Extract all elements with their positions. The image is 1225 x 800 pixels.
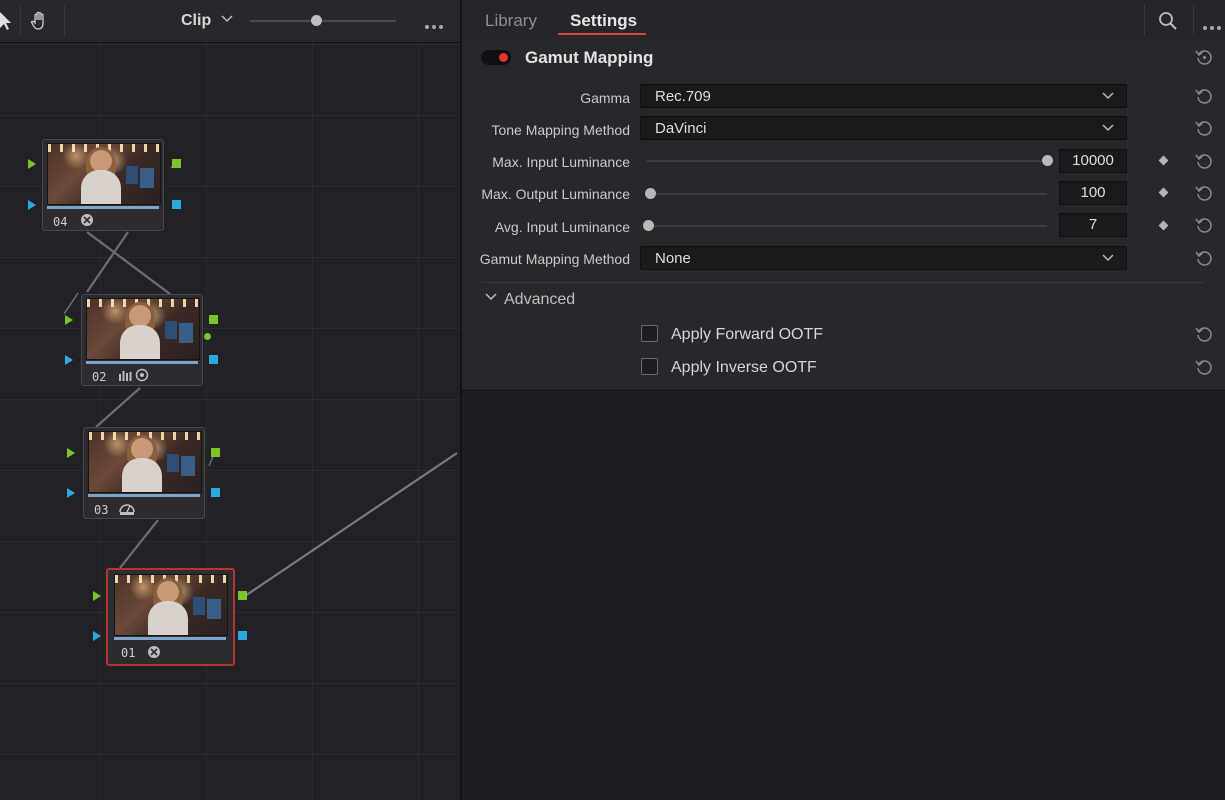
alpha-output-port[interactable]: [172, 200, 181, 209]
apply-inverse-ootf-checkbox[interactable]: [641, 358, 658, 375]
enabled-indicator: [499, 53, 508, 62]
settings-panel: Library Settings Gamut Mapping Gamma Rec…: [462, 0, 1225, 800]
color-managed-icon: [148, 646, 160, 658]
reset-icon[interactable]: [1195, 249, 1213, 267]
node-03[interactable]: 03: [83, 427, 205, 519]
reset-icon[interactable]: [1195, 358, 1213, 376]
tone-mapping-method-value: DaVinci: [655, 120, 707, 137]
alpha-input-port[interactable]: [28, 200, 36, 210]
reset-icon[interactable]: [1195, 325, 1213, 343]
gamut-mapping-section: Gamut Mapping Gamma Rec.709 Tone Mapping…: [462, 38, 1225, 391]
avg-input-luminance-slider[interactable]: [644, 225, 1047, 227]
rgb-input-port[interactable]: [65, 315, 73, 325]
chevron-down-icon: [1102, 254, 1114, 262]
tone-mapping-method-label: Tone Mapping Method: [491, 122, 630, 138]
apply-inverse-ootf-label[interactable]: Apply Inverse OOTF: [671, 359, 817, 377]
gamma-value: Rec.709: [655, 88, 711, 105]
advanced-toggle[interactable]: Advanced: [504, 291, 575, 309]
node-thumbnail: [114, 574, 228, 636]
chevron-down-icon[interactable]: [485, 293, 497, 301]
alpha-output-port[interactable]: [238, 631, 247, 640]
section-title: Gamut Mapping: [525, 48, 654, 67]
gamut-mapping-toggle[interactable]: [481, 50, 511, 65]
node-key-output-port[interactable]: [204, 333, 211, 340]
reset-icon[interactable]: [1195, 152, 1213, 170]
gamma-dropdown[interactable]: Rec.709: [640, 84, 1127, 108]
alpha-input-port[interactable]: [65, 355, 73, 365]
keyframe-icon[interactable]: [1158, 220, 1169, 231]
max-input-luminance-slider[interactable]: [647, 160, 1047, 162]
node-thumbnail: [47, 143, 161, 205]
node-editor[interactable]: Clip 04 02 03 01: [0, 0, 460, 800]
tab-settings[interactable]: Settings: [570, 11, 637, 31]
more-options-icon[interactable]: [1203, 17, 1224, 35]
max-input-luminance-input[interactable]: 10000: [1059, 149, 1127, 173]
node-thumbnail: [86, 298, 200, 360]
node-links: [63, 161, 458, 597]
tone-mapping-method-dropdown[interactable]: DaVinci: [640, 116, 1127, 140]
toolbar-separator: [1144, 4, 1145, 36]
node-number: 01: [121, 646, 136, 660]
node-progress-bar: [114, 637, 226, 640]
reset-icon[interactable]: [1195, 87, 1213, 105]
gamut-mapping-method-label: Gamut Mapping Method: [479, 251, 630, 267]
gamma-label: Gamma: [580, 90, 630, 106]
chevron-down-icon: [1102, 92, 1114, 100]
search-icon[interactable]: [1158, 11, 1178, 31]
apply-forward-ootf-checkbox[interactable]: [641, 325, 658, 342]
avg-input-luminance-slider-handle[interactable]: [643, 220, 654, 231]
apply-forward-ootf-label[interactable]: Apply Forward OOTF: [671, 326, 823, 344]
node-number: 02: [92, 370, 107, 384]
reset-all-icon[interactable]: [1195, 48, 1213, 66]
rgb-output-port[interactable]: [238, 591, 247, 600]
node-01[interactable]: 01: [106, 568, 235, 666]
node-04[interactable]: 04: [42, 139, 164, 231]
color-managed-icon: [81, 214, 93, 226]
hdr-icon: [119, 504, 135, 515]
node-number: 04: [53, 215, 68, 229]
max-output-luminance-label: Max. Output Luminance: [481, 186, 630, 202]
gamut-mapping-method-dropdown[interactable]: None: [640, 246, 1127, 270]
alpha-output-port[interactable]: [209, 355, 218, 364]
avg-input-luminance-input[interactable]: 7: [1059, 213, 1127, 237]
rgb-input-port[interactable]: [67, 448, 75, 458]
alpha-output-port[interactable]: [211, 488, 220, 497]
node-number: 03: [94, 503, 109, 517]
rgb-input-port[interactable]: [28, 159, 36, 169]
keyframe-icon[interactable]: [1158, 155, 1169, 166]
rgb-output-port[interactable]: [209, 315, 218, 324]
alpha-input-port[interactable]: [67, 488, 75, 498]
reset-icon[interactable]: [1195, 184, 1213, 202]
chevron-down-icon: [1102, 124, 1114, 132]
rgb-output-port[interactable]: [172, 159, 181, 168]
avg-input-luminance-label: Avg. Input Luminance: [494, 219, 630, 235]
node-thumbnail: [88, 431, 202, 493]
reset-icon[interactable]: [1195, 119, 1213, 137]
gamut-mapping-method-value: None: [655, 250, 691, 267]
toolbar-separator: [1193, 4, 1194, 36]
keyframe-icon[interactable]: [1158, 187, 1169, 198]
max-input-luminance-slider-handle[interactable]: [1042, 155, 1053, 166]
max-input-luminance-label: Max. Input Luminance: [492, 154, 630, 170]
node-progress-bar: [88, 494, 200, 497]
scope-icon: [119, 368, 149, 382]
max-output-luminance-slider[interactable]: [647, 193, 1047, 195]
node-progress-bar: [47, 206, 159, 209]
max-output-luminance-input[interactable]: 100: [1059, 181, 1127, 205]
max-output-luminance-slider-handle[interactable]: [645, 188, 656, 199]
node-02[interactable]: 02: [81, 294, 203, 386]
reset-icon[interactable]: [1195, 216, 1213, 234]
alpha-input-port[interactable]: [93, 631, 101, 641]
rgb-output-port[interactable]: [211, 448, 220, 457]
node-progress-bar: [86, 361, 198, 364]
tab-library[interactable]: Library: [485, 11, 537, 31]
section-divider: [482, 282, 1204, 283]
rgb-input-port[interactable]: [93, 591, 101, 601]
panel-tabs: Library Settings: [462, 0, 1225, 39]
active-tab-indicator: [558, 33, 646, 35]
